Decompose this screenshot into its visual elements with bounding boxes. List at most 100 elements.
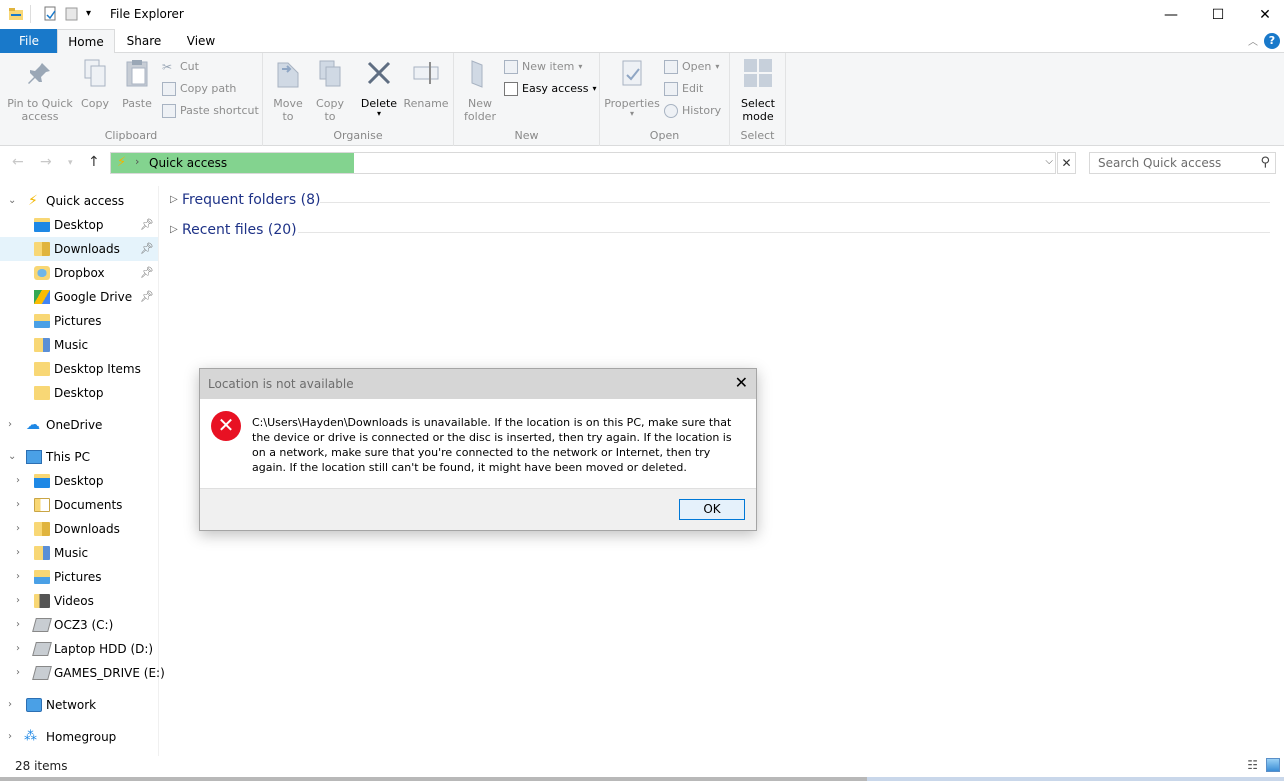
collapsed-chevron-icon[interactable]: › [16,493,20,517]
nav-quick-desktop[interactable]: Desktop 📌︎ [0,213,158,237]
nav-network[interactable]: › Network [0,693,158,717]
address-bar[interactable]: ⚡ › Quick access ⌵ [110,152,1056,174]
pin-to-quick-access-button[interactable]: Pin to Quick access [4,57,76,123]
collapsed-chevron-icon[interactable]: › [16,637,20,661]
nav-pc-music[interactable]: › Music [0,541,158,565]
customize-quick-access-icon[interactable]: ▾ [86,8,91,24]
close-window-button[interactable]: ✕ [1242,0,1284,29]
nav-pc-pictures[interactable]: › Pictures [0,565,158,589]
group-expand-arrow-icon[interactable]: ▷ [170,194,178,205]
nav-onedrive[interactable]: › ☁ OneDrive [0,413,158,437]
address-dropdown-icon[interactable]: ⌵ [1045,156,1053,167]
new-item-button[interactable]: New item ▾ [504,57,582,77]
nav-pc-desktop[interactable]: › Desktop [0,469,158,493]
copy-button[interactable]: Copy [78,57,112,110]
collapsed-chevron-icon[interactable]: › [16,589,20,613]
nav-pc-drive-c[interactable]: › OCZ3 (C:) [0,613,158,637]
search-box[interactable]: ⚲ [1089,152,1276,174]
properties-button[interactable]: Properties ▾ [604,57,660,118]
minimize-button[interactable]: — [1148,0,1194,29]
file-explorer-window: ▾ File Explorer — ☐ ✕ File Home Share Vi… [0,0,1284,781]
expand-chevron-icon[interactable]: ⌄ [8,189,16,213]
easy-access-button[interactable]: Easy access ▾ [504,79,597,99]
ok-button[interactable]: OK [679,499,745,520]
open-button[interactable]: Open ▾ [664,57,719,77]
collapsed-chevron-icon[interactable]: › [16,541,20,565]
nav-homegroup[interactable]: › ⁂ Homegroup [0,725,158,749]
paste-button[interactable]: Paste [118,57,156,110]
select-mode-button[interactable]: Select mode [736,57,780,123]
tab-share[interactable]: Share [118,29,170,53]
tab-view[interactable]: View [176,29,226,53]
large-icons-view-icon[interactable] [1266,758,1280,772]
breadcrumb-chevron-icon[interactable]: › [135,155,139,168]
nav-quick-desktop-items[interactable]: Desktop Items [0,357,158,381]
copy-to-button[interactable]: Copy to [311,57,349,123]
frequent-folders-group[interactable]: ▷ Frequent folders (8) [170,192,1270,212]
collapsed-chevron-icon[interactable]: › [16,469,20,493]
nav-pc-drive-d[interactable]: › Laptop HDD (D:) [0,637,158,661]
breadcrumb-quick-access[interactable]: Quick access [149,156,227,170]
collapsed-chevron-icon[interactable]: › [8,413,12,437]
help-icon[interactable]: ? [1264,33,1280,49]
pin-icon[interactable]: 📌︎ [140,261,154,285]
paste-shortcut-button[interactable]: Paste shortcut [162,101,259,121]
collapsed-chevron-icon[interactable]: › [16,661,20,685]
edit-button[interactable]: Edit [664,79,703,99]
dialog-close-icon[interactable]: ✕ [735,373,748,392]
pin-icon[interactable]: 📌︎ [140,285,154,309]
stop-loading-button[interactable]: ✕ [1057,152,1076,174]
collapse-ribbon-icon[interactable]: ︿ [1248,33,1258,48]
collapsed-chevron-icon[interactable]: › [16,517,20,541]
nav-quick-access[interactable]: ⌄ ⚡ Quick access [0,189,158,213]
expand-chevron-icon[interactable]: ⌄ [8,445,16,469]
frequent-folders-header[interactable]: Frequent folders (8) [182,192,321,208]
search-input[interactable] [1090,153,1250,173]
nav-pc-documents[interactable]: › Documents [0,493,158,517]
nav-quick-google-drive[interactable]: Google Drive 📌︎ [0,285,158,309]
search-icon[interactable]: ⚲ [1260,155,1270,170]
up-arrow-icon[interactable]: ↑ [88,154,100,170]
copy-path-icon [162,82,176,96]
forward-arrow-icon[interactable]: → [40,154,52,170]
new-item-dropdown-icon: ▾ [578,62,583,71]
computer-icon [26,450,42,464]
new-folder-quick-icon[interactable] [64,6,80,22]
tab-file[interactable]: File [0,29,58,53]
pin-icon[interactable]: 📌︎ [140,213,154,237]
new-folder-button[interactable]: New folder [460,57,500,123]
history-button[interactable]: History [664,101,721,121]
nav-pc-downloads[interactable]: › Downloads [0,517,158,541]
downloads-folder-icon [34,522,50,536]
group-expand-arrow-icon[interactable]: ▷ [170,224,178,235]
collapsed-chevron-icon[interactable]: › [16,613,20,637]
nav-quick-desktop-2[interactable]: Desktop [0,381,158,405]
nav-quick-music[interactable]: Music [0,333,158,357]
nav-quick-downloads[interactable]: Downloads 📌︎ [0,237,158,261]
pin-icon[interactable]: 📌︎ [140,237,154,261]
collapsed-chevron-icon[interactable]: › [16,565,20,589]
move-to-button[interactable]: Move to [269,57,307,123]
properties-quick-icon[interactable] [42,6,58,22]
copy-path-button[interactable]: Copy path [162,79,236,99]
copy-to-icon [319,60,341,87]
collapsed-chevron-icon[interactable]: › [8,693,12,717]
collapsed-chevron-icon[interactable]: › [8,725,12,749]
nav-quick-dropbox[interactable]: Dropbox 📌︎ [0,261,158,285]
details-view-icon[interactable]: ☷ [1247,758,1258,772]
back-arrow-icon[interactable]: ← [12,154,24,170]
recent-files-group[interactable]: ▷ Recent files (20) [170,222,1270,242]
select-group: Select mode Select [730,53,786,146]
nav-this-pc[interactable]: ⌄ This PC [0,445,158,469]
delete-button[interactable]: Delete ▾ [359,57,399,118]
rename-button[interactable]: Rename [403,57,449,110]
cut-button[interactable]: ✂ Cut [162,57,199,77]
paste-icon [126,60,148,87]
nav-pc-videos[interactable]: › Videos [0,589,158,613]
recent-locations-icon[interactable]: ▾ [68,158,73,168]
recent-files-header[interactable]: Recent files (20) [182,222,297,238]
tab-home[interactable]: Home [57,29,115,54]
nav-pc-drive-e[interactable]: › GAMES_DRIVE (E:) [0,661,165,685]
maximize-button[interactable]: ☐ [1195,0,1241,29]
nav-quick-pictures[interactable]: Pictures [0,309,158,333]
